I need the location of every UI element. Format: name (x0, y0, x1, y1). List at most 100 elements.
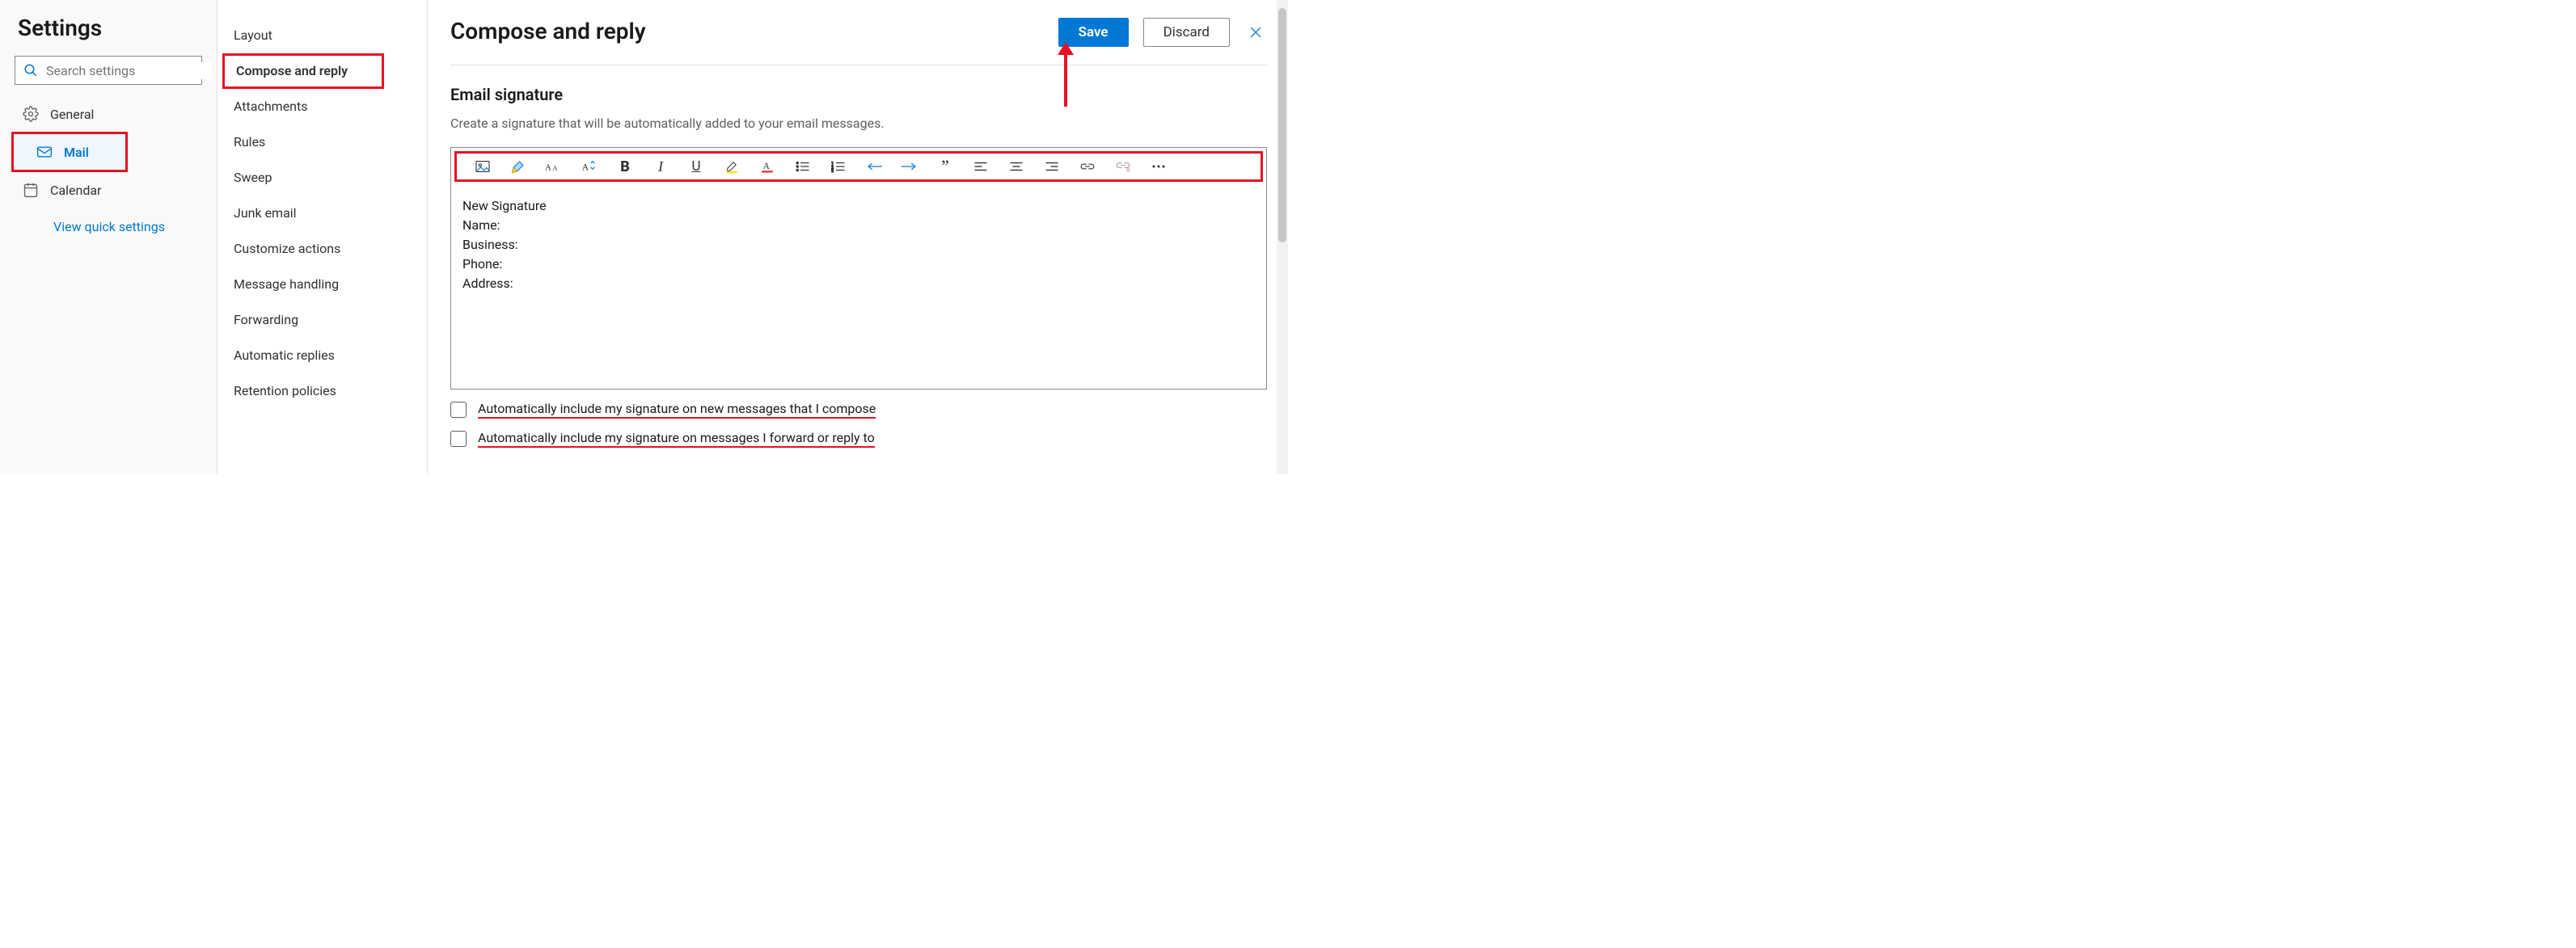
remove-link-icon (1115, 161, 1131, 172)
scrollbar-track[interactable] (1277, 0, 1288, 474)
font-color-icon: A (760, 159, 775, 174)
calendar-icon (23, 182, 39, 198)
settings-title: Settings (18, 15, 217, 41)
increase-indent-icon (902, 161, 918, 172)
font-family-button[interactable]: AA (536, 154, 572, 179)
bulleted-list-icon (796, 160, 810, 173)
signature-textarea[interactable]: New Signature Name: Business: Phone: Add… (451, 182, 1266, 389)
mail-icon (36, 145, 53, 158)
signature-editor: AA A B I U A 123 ” New Signature Name: B… (450, 147, 1267, 390)
search-icon (23, 63, 38, 78)
signature-line: Name: (462, 216, 1255, 235)
align-right-button[interactable] (1034, 154, 1070, 179)
signature-line: New Signature (462, 196, 1255, 216)
search-input[interactable] (44, 62, 212, 79)
more-options-icon (1151, 164, 1166, 169)
format-painter-button[interactable] (500, 154, 536, 179)
close-icon (1248, 24, 1264, 40)
svg-text:A: A (763, 162, 771, 171)
header-actions: Save Discard (1058, 18, 1267, 47)
align-center-button[interactable] (999, 154, 1034, 179)
svg-text:3: 3 (831, 169, 834, 173)
subnav-compose-and-reply[interactable]: Compose and reply (225, 56, 382, 86)
svg-text:A: A (582, 162, 589, 173)
include-signature-reply-checkbox[interactable] (450, 431, 467, 447)
numbered-list-button[interactable]: 123 (821, 154, 856, 179)
subnav-forwarding[interactable]: Forwarding (217, 302, 427, 338)
bold-button[interactable]: B (607, 154, 643, 179)
font-color-button[interactable]: A (750, 154, 785, 179)
align-right-icon (1045, 161, 1059, 172)
include-signature-new-checkbox[interactable] (450, 402, 467, 418)
svg-text:A: A (552, 164, 558, 172)
include-signature-reply-row: Automatically include my signature on me… (450, 430, 1267, 448)
subnav-automatic-replies[interactable]: Automatic replies (217, 338, 427, 373)
category-general[interactable]: General (0, 96, 217, 132)
settings-main-panel: Compose and reply Save Discard Email sig… (428, 0, 1288, 474)
subnav-customize-actions[interactable]: Customize actions (217, 231, 427, 267)
decrease-indent-button[interactable] (856, 154, 892, 179)
view-quick-settings-link[interactable]: View quick settings (0, 208, 217, 234)
email-signature-heading: Email signature (450, 85, 1267, 104)
italic-button[interactable]: I (643, 154, 678, 179)
subnav-rules[interactable]: Rules (217, 124, 427, 160)
align-left-icon (973, 161, 988, 172)
svg-text:A: A (545, 163, 551, 173)
increase-indent-button[interactable] (892, 154, 927, 179)
category-label: Calendar (50, 183, 101, 198)
close-button[interactable] (1244, 21, 1267, 44)
include-signature-new-row: Automatically include my signature on ne… (450, 401, 1267, 419)
discard-button[interactable]: Discard (1143, 18, 1230, 47)
quote-icon: ” (941, 162, 949, 171)
editor-toolbar: AA A B I U A 123 ” (454, 151, 1263, 182)
panel-title: Compose and reply (450, 18, 646, 44)
insert-link-button[interactable] (1070, 154, 1105, 179)
annotation-highlight-compose-reply: Compose and reply (222, 53, 384, 89)
subnav-junk-email[interactable]: Junk email (217, 196, 427, 231)
signature-line: Phone: (462, 255, 1255, 274)
category-mail[interactable]: Mail (14, 134, 125, 170)
signature-line: Address: (462, 274, 1255, 293)
subnav-attachments[interactable]: Attachments (217, 89, 427, 124)
gear-icon (23, 106, 39, 122)
settings-sidebar: Settings General Mail Calendar View quic… (0, 0, 217, 474)
font-size-icon: A (581, 159, 598, 174)
include-signature-reply-label: Automatically include my signature on me… (478, 430, 875, 448)
highlight-button[interactable] (714, 154, 750, 179)
underline-button[interactable]: U (678, 154, 714, 179)
align-center-icon (1009, 161, 1024, 172)
font-size-button[interactable]: A (572, 154, 607, 179)
include-signature-new-label: Automatically include my signature on ne… (478, 401, 876, 419)
align-left-button[interactable] (963, 154, 999, 179)
insert-link-icon (1079, 162, 1096, 171)
subnav-retention-policies[interactable]: Retention policies (217, 373, 427, 409)
subnav-message-handling[interactable]: Message handling (217, 267, 427, 302)
category-calendar[interactable]: Calendar (0, 172, 217, 208)
italic-icon: I (658, 158, 663, 175)
insert-image-icon (475, 160, 491, 173)
signature-line: Business: (462, 235, 1255, 255)
annotation-arrow-save (1054, 42, 1078, 107)
underline-icon: U (691, 158, 700, 175)
subnav-layout[interactable]: Layout (217, 18, 427, 53)
subnav-sweep[interactable]: Sweep (217, 160, 427, 196)
bulleted-list-button[interactable] (785, 154, 821, 179)
category-label: General (50, 107, 94, 122)
remove-link-button[interactable] (1105, 154, 1141, 179)
annotation-highlight-mail: Mail (11, 132, 128, 172)
search-settings-box[interactable] (15, 56, 202, 85)
category-label: Mail (64, 145, 89, 160)
highlight-icon (724, 159, 739, 174)
insert-image-button[interactable] (465, 154, 500, 179)
bold-icon: B (620, 158, 630, 175)
numbered-list-icon: 123 (831, 160, 846, 173)
more-options-button[interactable] (1141, 154, 1176, 179)
mail-settings-subnav: Layout Compose and reply Attachments Rul… (217, 0, 428, 474)
format-painter-icon (511, 159, 526, 174)
panel-header: Compose and reply Save Discard (450, 18, 1267, 47)
scrollbar-thumb[interactable] (1278, 8, 1286, 242)
email-signature-description: Create a signature that will be automati… (450, 116, 1267, 131)
font-family-icon: AA (545, 159, 563, 174)
decrease-indent-icon (866, 161, 882, 172)
quote-button[interactable]: ” (927, 154, 963, 179)
